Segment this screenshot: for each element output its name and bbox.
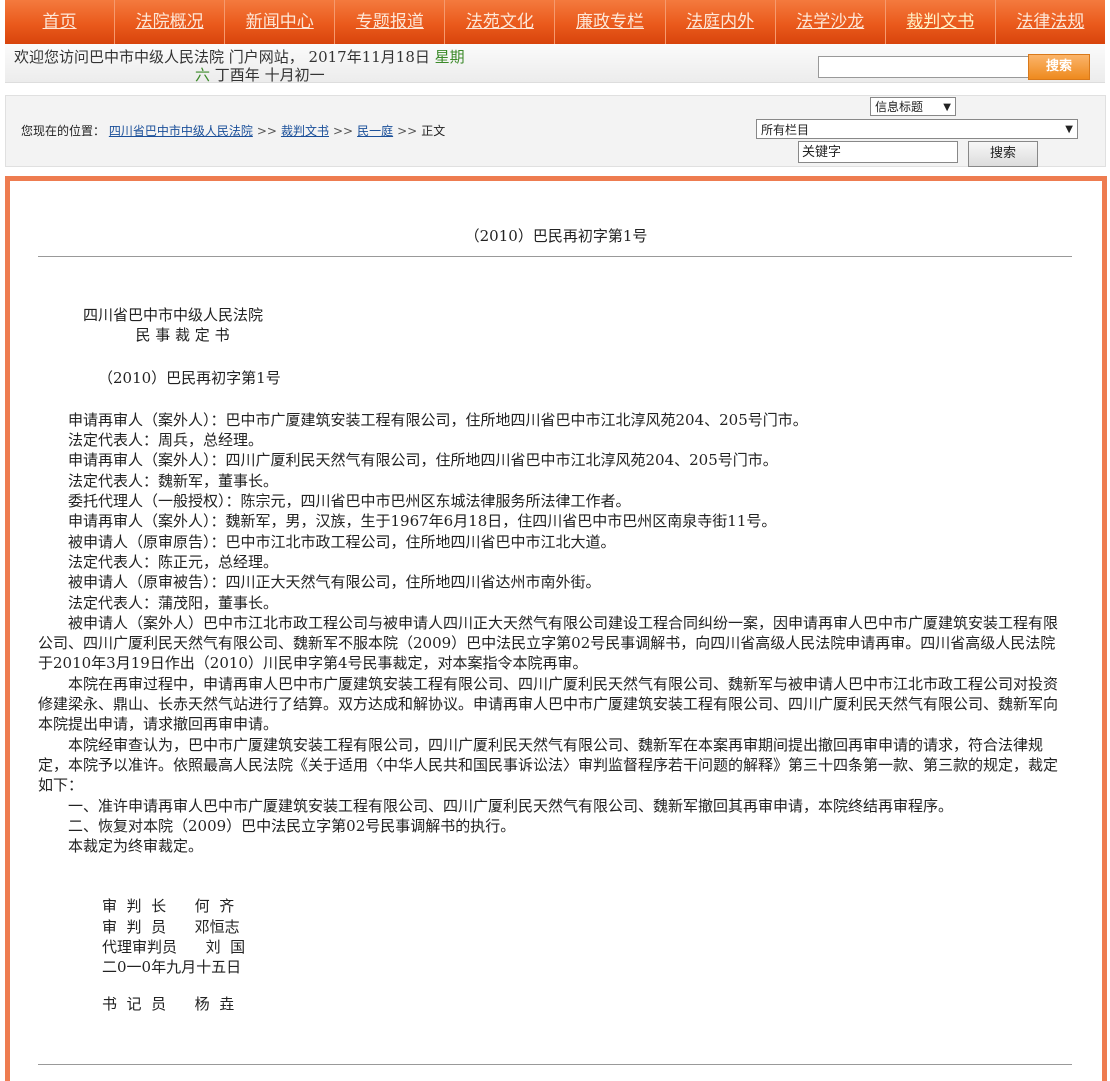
- clerk-line: 书 记 员 杨 垚: [102, 994, 235, 1013]
- final-statement: 本裁定为终审裁定。: [68, 837, 204, 856]
- nav-item-news[interactable]: 新闻中心: [224, 0, 334, 44]
- party-line: 法定代表人：周兵，总经理。: [68, 431, 264, 450]
- breadcrumb-prefix: 您现在的位置：: [21, 124, 106, 138]
- divider: [38, 1064, 1072, 1065]
- divider: [38, 256, 1072, 257]
- search-field-select[interactable]: 信息标题 ▼: [870, 97, 956, 116]
- case-number: （2010）巴民再初字第1号: [98, 368, 281, 387]
- keyword-input[interactable]: 关键字: [798, 141, 958, 163]
- breadcrumb-current: 正文: [421, 124, 446, 138]
- document-body: 四川省巴中市中级人民法院 民 事 裁 定 书 （2010）巴民再初字第1号 申请…: [38, 305, 1068, 1014]
- ruling-item: 一、准许申请再审人巴中市广厦建筑安装工程有限公司、四川广厦利民天然气有限公司、魏…: [68, 796, 954, 815]
- party-line: 委托代理人（一般授权）：陈宗元，四川省巴中市巴州区东城法律服务所法律工作者。: [68, 492, 631, 511]
- party-line: 法定代表人：蒲茂阳，董事长。: [68, 593, 279, 612]
- chevron-down-icon: ▼: [943, 102, 951, 113]
- signature-line: 代理审判员 刘 国: [102, 938, 246, 957]
- party-line: 法定代表人：陈正元，总经理。: [68, 552, 279, 571]
- main-nav: 首页 法院概况 新闻中心 专题报道 法苑文化 廉政专栏 法庭内外 法学沙龙 裁判…: [5, 0, 1105, 44]
- signature-line: 审 判 员 邓恒志: [102, 917, 240, 936]
- party-line: 法定代表人：魏新军，董事长。: [68, 471, 279, 490]
- signature-date: 二0一0年九月十五日: [102, 958, 242, 977]
- breadcrumb-separator: >>: [256, 124, 277, 138]
- body-paragraph: 本院在再审过程中，申请再审人巴中市广厦建筑安装工程有限公司、四川广厦利民天然气有…: [38, 674, 1059, 734]
- document-header-title: （2010）巴民再初字第1号: [464, 227, 648, 245]
- search-field-value: 信息标题: [875, 100, 924, 114]
- body-paragraph: 本院经审查认为，巴中市广厦建筑安装工程有限公司，四川广厦利民天然气有限公司、魏新…: [38, 735, 1059, 795]
- nav-item-courtroom[interactable]: 法庭内外: [664, 0, 775, 44]
- court-name: 四川省巴中市中级人民法院: [83, 306, 264, 324]
- nav-item-judgments[interactable]: 裁判文书: [884, 0, 995, 44]
- breadcrumb-separator: >>: [397, 124, 418, 138]
- welcome-bar: 欢迎您访问巴中市中级人民法院 门户网站， 2017年11月18日 星期 六 丁酉…: [5, 44, 1105, 85]
- keyword-search-button[interactable]: 搜索: [968, 141, 1038, 167]
- content-panel: （2010）巴民再初字第1号 四川省巴中市中级人民法院 民 事 裁 定 书 （2…: [5, 176, 1107, 1081]
- party-line: 被申请人（原审原告）：巴中市江北市政工程公司，住所地四川省巴中市江北大道。: [68, 532, 616, 551]
- signature-line: 审 判 长 何 齐: [102, 897, 235, 916]
- breadcrumb-separator: >>: [332, 124, 354, 138]
- chevron-down-icon: ▼: [1065, 124, 1073, 135]
- party-line: 申请再审人（案外人）：巴中市广厦建筑安装工程有限公司，住所地四川省巴中市江北淳风…: [68, 410, 808, 429]
- nav-item-special-reports[interactable]: 专题报道: [334, 0, 444, 44]
- nav-item-home[interactable]: 首页: [5, 0, 114, 44]
- nav-item-law-salon[interactable]: 法学沙龙: [774, 0, 885, 44]
- breadcrumb: 您现在的位置： 四川省巴中市中级人民法院 >> 裁判文书 >> 民一庭 >> 正文: [21, 122, 445, 139]
- breadcrumb-home-link[interactable]: 四川省巴中市中级人民法院: [109, 124, 253, 138]
- nav-item-court-overview[interactable]: 法院概况: [114, 0, 224, 44]
- column-select-value: 所有栏目: [761, 123, 810, 137]
- nav-item-integrity[interactable]: 廉政专栏: [554, 0, 664, 44]
- breadcrumb-judgments-link[interactable]: 裁判文书: [281, 124, 329, 138]
- weekday-value: 六: [195, 66, 211, 84]
- nav-item-culture[interactable]: 法苑文化: [444, 0, 554, 44]
- breadcrumb-civil-division-link[interactable]: 民一庭: [357, 124, 393, 138]
- body-paragraph: 被申请人（案外人）巴中市江北市政工程公司与被申请人四川正大天然气有限公司建设工程…: [38, 613, 1059, 673]
- nav-item-laws[interactable]: 法律法规: [994, 0, 1105, 44]
- location-bar: 您现在的位置： 四川省巴中市中级人民法院 >> 裁判文书 >> 民一庭 >> 正文 信息标题…: [5, 95, 1106, 167]
- site-search-input[interactable]: [818, 56, 1030, 78]
- lunar-date: 六 丁酉年 十月初一: [195, 64, 325, 85]
- weekday-label: 星期: [434, 48, 465, 66]
- document-type: 民 事 裁 定 书: [135, 326, 230, 345]
- site-search-button[interactable]: 搜索: [1028, 54, 1090, 80]
- party-line: 申请再审人（案外人）：四川广厦利民天然气有限公司，住所地四川省巴中市江北淳风苑2…: [68, 451, 778, 470]
- signature-block: 审 判 长 何 齐 审 判 员 邓恒志 代理审判员 刘 国 二0一0年九月十五日…: [38, 896, 1068, 1013]
- column-select[interactable]: 所有栏目 ▼: [756, 119, 1078, 139]
- lunar-date-text: 丁酉年 十月初一: [214, 66, 325, 84]
- ruling-item: 二、恢复对本院（2009）巴中法民立字第02号民事调解书的执行。: [68, 816, 516, 835]
- party-line: 被申请人（原审被告）：四川正大天然气有限公司，住所地四川省达州市南外街。: [68, 573, 601, 592]
- party-line: 申请再审人（案外人）：魏新军，男，汉族，生于1967年6月18日，住四川省巴中市…: [68, 512, 777, 531]
